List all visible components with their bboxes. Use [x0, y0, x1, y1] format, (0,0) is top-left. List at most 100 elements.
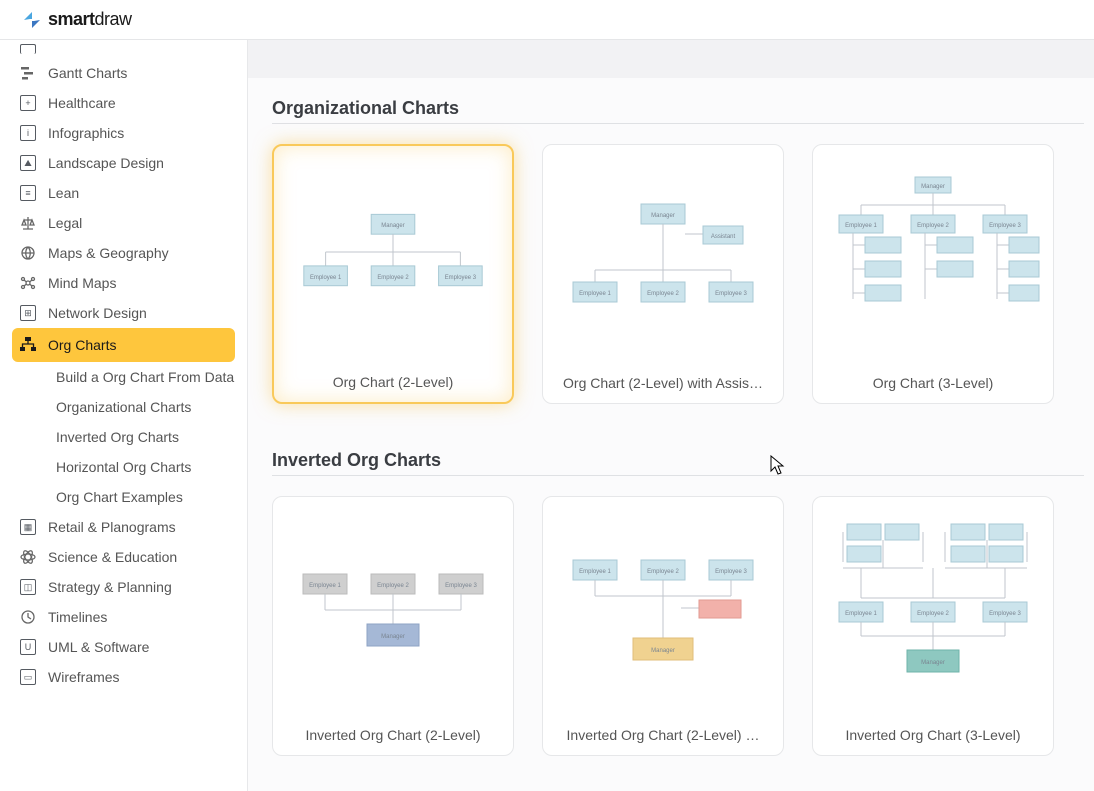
sidebar-item-label: Retail & Planograms	[48, 519, 176, 535]
sidebar-item-strategy[interactable]: ◫Strategy & Planning	[0, 572, 247, 602]
card-row: Manager Employee 1 Employee 2 Employee 3 Org…	[272, 144, 1084, 404]
sidebar-item-label: Landscape Design	[48, 155, 164, 171]
svg-text:Manager: Manager	[381, 223, 404, 229]
atom-icon	[18, 547, 38, 567]
plus-icon: +	[18, 93, 38, 113]
section-title: Organizational Charts	[272, 98, 1084, 119]
svg-text:Employee 1: Employee 1	[579, 291, 611, 297]
svg-text:Manager: Manager	[651, 213, 675, 219]
svg-text:Employee 2: Employee 2	[647, 569, 679, 575]
sidebar-item-label: Lean	[48, 185, 79, 201]
svg-text:Manager: Manager	[921, 184, 945, 190]
svg-text:Employee 2: Employee 2	[917, 223, 949, 229]
template-thumbnail: Employee 1 Employee 2 Employee 3 Manager	[813, 497, 1053, 715]
sidebar-item-label: Network Design	[48, 305, 147, 321]
main-content: Organizational ChartsManagerEmployee 1Em…	[248, 40, 1094, 791]
template-card[interactable]: ManagerEmployee 1Employee 2Employee 3Org…	[812, 144, 1054, 404]
sidebar-item-label: Science & Education	[48, 549, 177, 565]
template-card-title: Inverted Org Chart (2-Level)	[273, 715, 513, 755]
sidebar-subitem[interactable]: Organizational Charts	[0, 392, 247, 422]
sidebar-subitem[interactable]: Horizontal Org Charts	[0, 452, 247, 482]
sidebar-item-atom[interactable]: Science & Education	[0, 542, 247, 572]
strategy-icon: ◫	[18, 577, 38, 597]
template-card-title: Org Chart (3-Level)	[813, 363, 1053, 403]
svg-text:Employee 3: Employee 3	[989, 223, 1021, 229]
retail-icon: ▦	[18, 517, 38, 537]
sidebar-subitem[interactable]: Inverted Org Charts	[0, 422, 247, 452]
brand-logo[interactable]: smartdraw	[22, 9, 132, 30]
sidebar-item-label: Infographics	[48, 125, 124, 141]
section-divider	[272, 123, 1084, 124]
content-top-bar	[248, 40, 1094, 78]
sidebar-item-label: Timelines	[48, 609, 107, 625]
wireframe-icon: ▭	[18, 667, 38, 687]
sidebar-item-wireframe[interactable]: ▭ Wireframes	[0, 662, 247, 692]
card-row: Employee 1 Employee 2 Employee 3 Manager Inv…	[272, 496, 1084, 756]
template-thumbnail: ManagerEmployee 1Employee 2Employee 3	[813, 145, 1053, 363]
network-icon: ⊞	[18, 303, 38, 323]
sidebar-item-partial	[0, 40, 247, 58]
template-card[interactable]: Manager Employee 1 Employee 2 Employee 3 Org…	[272, 144, 514, 404]
template-thumbnail: Employee 1Employee 2Employee 3Manager	[273, 497, 513, 715]
sidebar-item-label: Org Charts	[48, 337, 116, 353]
svg-text:Employee 1: Employee 1	[579, 569, 611, 575]
svg-text:Employee 2: Employee 2	[917, 611, 949, 617]
clock-icon	[18, 607, 38, 627]
sidebar-item-label: Healthcare	[48, 95, 116, 111]
sidebar-item-uml[interactable]: UUML & Software	[0, 632, 247, 662]
globe-icon	[18, 243, 38, 263]
sidebar-item-gantt[interactable]: Gantt Charts	[0, 58, 247, 88]
template-card[interactable]: Employee 1Employee 2Employee 3ManagerInv…	[272, 496, 514, 756]
lean-icon: ≡	[18, 183, 38, 203]
svg-text:Employee 1: Employee 1	[310, 275, 342, 281]
brand-logo-icon	[22, 10, 42, 30]
sidebar-item-clock[interactable]: Timelines	[0, 602, 247, 632]
sidebar-item-mindmap[interactable]: Mind Maps	[0, 268, 247, 298]
sidebar-item-label: Mind Maps	[48, 275, 116, 291]
sidebar-item-label: Maps & Geography	[48, 245, 169, 261]
brand-logo-text: smartdraw	[48, 9, 132, 30]
svg-text:Manager: Manager	[921, 660, 945, 666]
sidebar-item-network[interactable]: ⊞ Network Design	[0, 298, 247, 328]
sidebar-item-label: Legal	[48, 215, 82, 231]
sidebar-item-label: Wireframes	[48, 669, 120, 685]
template-card-title: Inverted Org Chart (2-Level) …	[543, 715, 783, 755]
svg-text:Employee 3: Employee 3	[715, 291, 747, 297]
svg-text:Employee 3: Employee 3	[989, 611, 1021, 617]
template-card-title: Org Chart (2-Level) with Assis…	[543, 363, 783, 403]
svg-text:Employee 1: Employee 1	[309, 583, 341, 589]
landscape-icon: ⛰	[18, 153, 38, 173]
svg-text:Employee 3: Employee 3	[715, 569, 747, 575]
sidebar-item-retail[interactable]: ▦ Retail & Planograms	[0, 512, 247, 542]
template-card[interactable]: Manager Assistant Employee 1 Employee 2 Empl…	[542, 144, 784, 404]
svg-text:Employee 2: Employee 2	[647, 291, 679, 297]
svg-text:Employee 2: Employee 2	[377, 275, 408, 281]
scales-icon	[18, 213, 38, 233]
svg-text:Employee 3: Employee 3	[445, 583, 477, 589]
svg-text:Employee 2: Employee 2	[377, 583, 409, 589]
template-thumbnail: Manager Assistant Employee 1 Employee 2 Empl…	[543, 145, 783, 363]
sidebar-item-plus[interactable]: + Healthcare	[0, 88, 247, 118]
sidebar-item-info[interactable]: iInfographics	[0, 118, 247, 148]
sidebar-item-lean[interactable]: ≡ Lean	[0, 178, 247, 208]
svg-text:Employee 3: Employee 3	[445, 275, 477, 281]
template-card-title: Inverted Org Chart (3-Level)	[813, 715, 1053, 755]
sidebar-subitem[interactable]: Build a Org Chart From Data	[0, 362, 247, 392]
template-thumbnail: Manager Employee 1 Employee 2 Employee 3	[274, 146, 512, 362]
svg-text:Assistant: Assistant	[711, 234, 736, 240]
section-divider	[272, 475, 1084, 476]
gantt-icon	[18, 63, 38, 83]
sidebar-item-globe[interactable]: Maps & Geography	[0, 238, 247, 268]
template-card[interactable]: Employee 1 Employee 2 Employee 3 Manager Inv…	[812, 496, 1054, 756]
template-card-title: Org Chart (2-Level)	[274, 362, 512, 402]
sidebar-item-label: UML & Software	[48, 639, 149, 655]
sidebar-item-landscape[interactable]: ⛰ Landscape Design	[0, 148, 247, 178]
sidebar-item-orgchart[interactable]: Org Charts	[12, 328, 235, 362]
svg-text:Employee 1: Employee 1	[845, 611, 877, 617]
app-header: smartdraw	[0, 0, 1094, 40]
sidebar: Gantt Charts + Healthcare iInfographics ⛰ Lan…	[0, 40, 248, 791]
sidebar-item-scales[interactable]: Legal	[0, 208, 247, 238]
sidebar-subitem[interactable]: Org Chart Examples	[0, 482, 247, 512]
mindmap-icon	[18, 273, 38, 293]
template-card[interactable]: Employee 1Employee 2Employee 3ManagerInv…	[542, 496, 784, 756]
